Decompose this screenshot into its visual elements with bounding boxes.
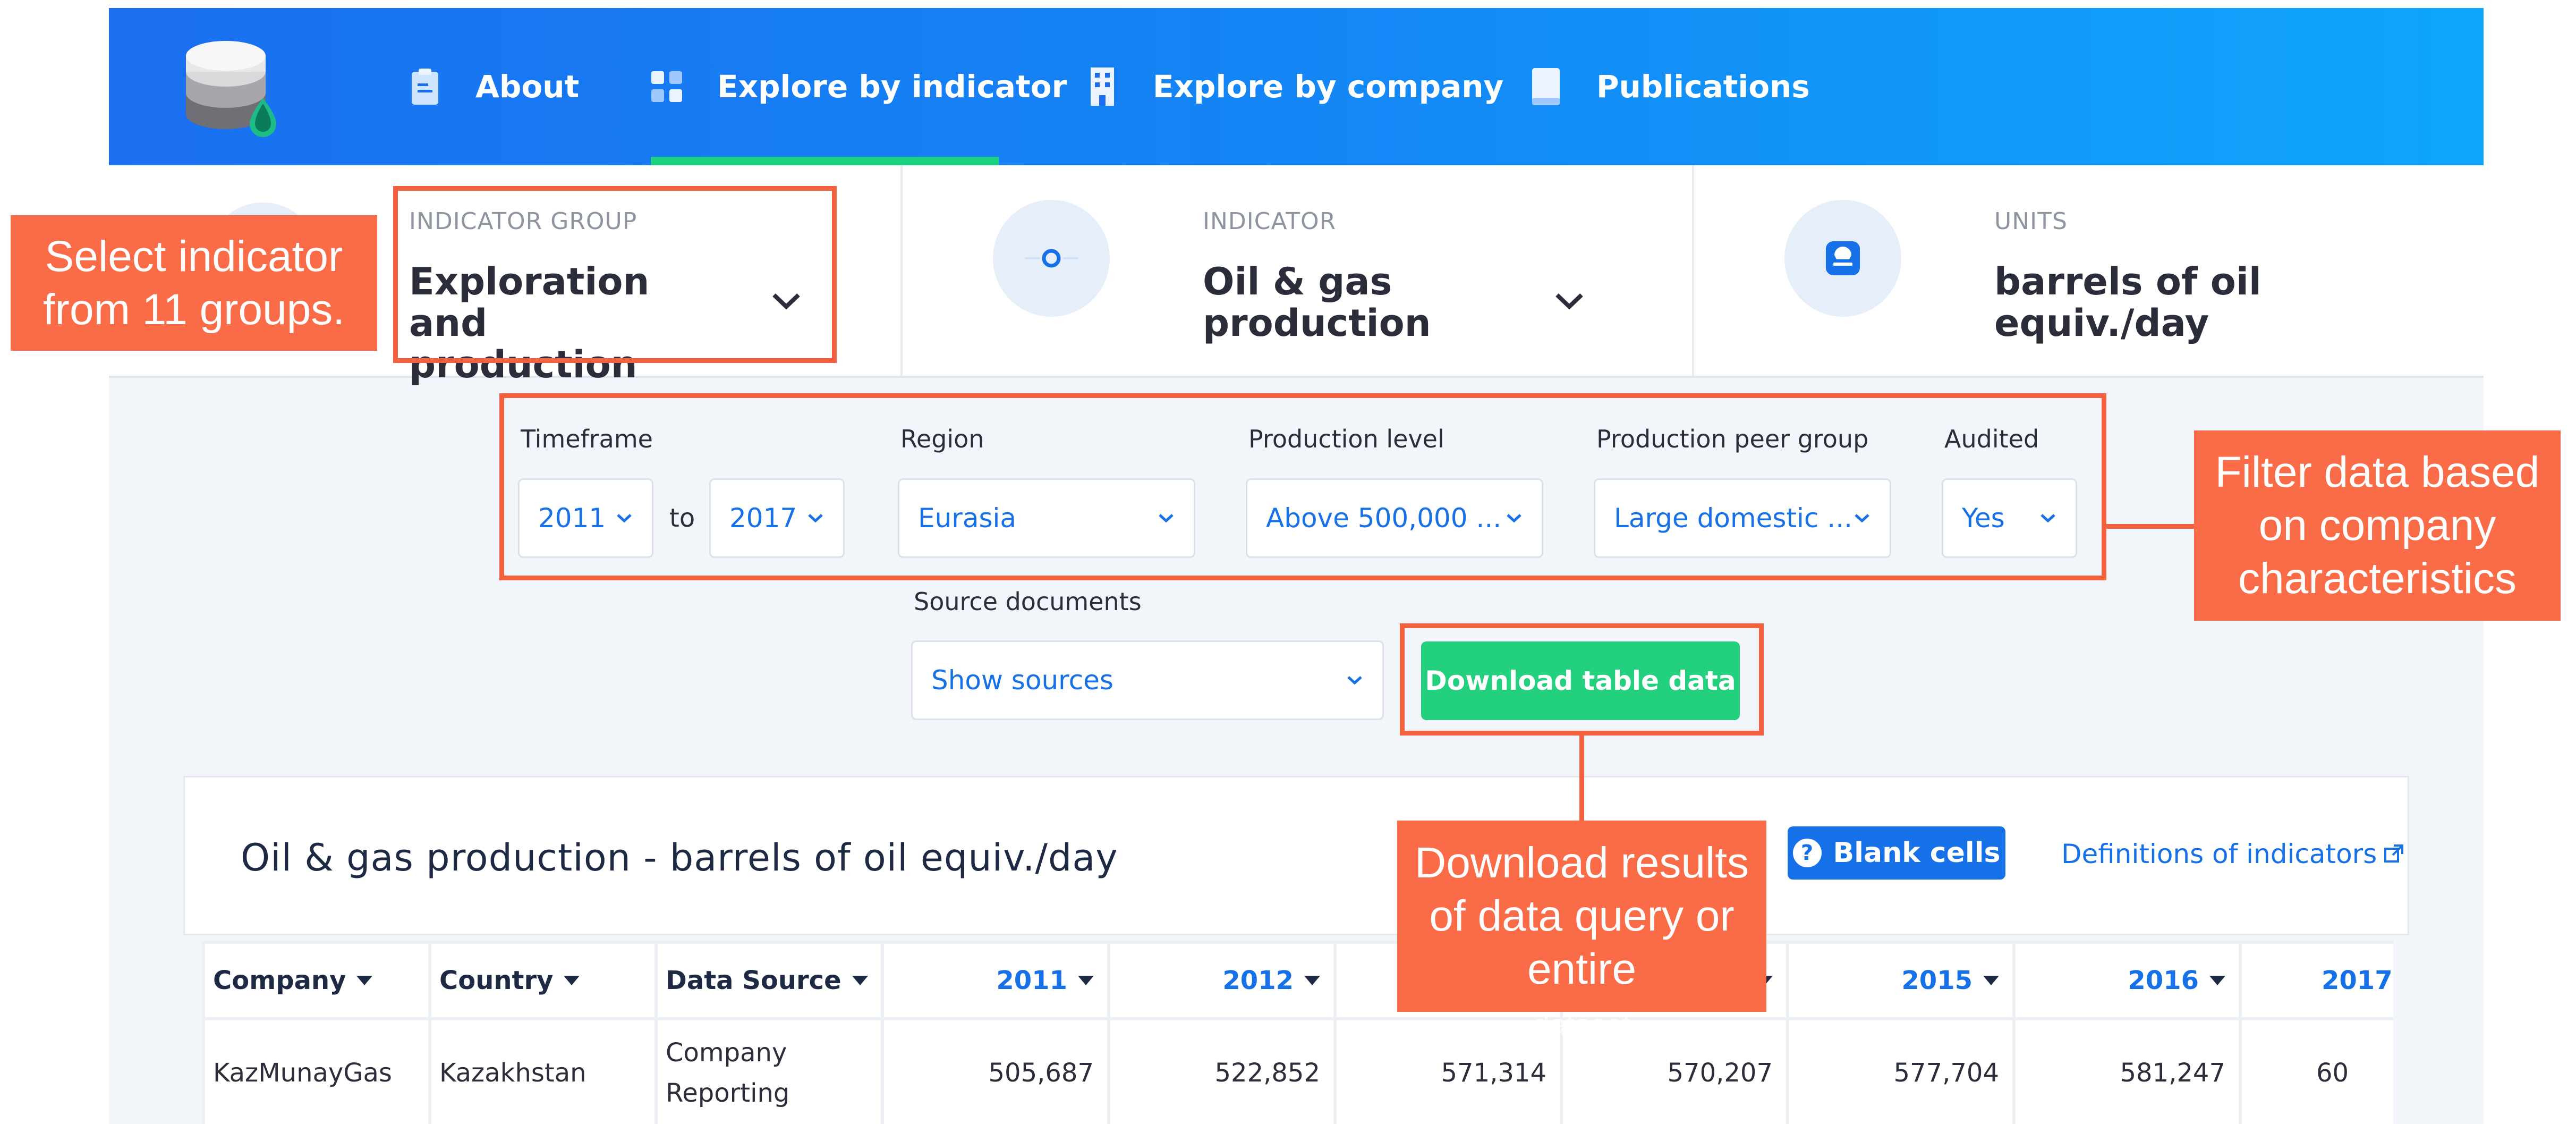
blank-cells-button[interactable]: ? Blank cells — [1788, 826, 2005, 880]
column-header-label: 2017 — [2322, 966, 2393, 995]
column-header-company[interactable]: Company — [202, 941, 431, 1020]
units-value: barrels of oil equiv./day — [1994, 260, 2262, 345]
building-icon — [1081, 65, 1124, 108]
column-header-2015[interactable]: 2015 — [1786, 941, 2016, 1020]
annotation-download-highlight — [1400, 623, 1764, 736]
indicator-circle-icon — [993, 200, 1110, 317]
table-cell-2016: 581,247 — [2012, 1017, 2242, 1124]
units-display: UNITS barrels of oil equiv./day — [1692, 165, 2484, 376]
nav-about-label: About — [475, 69, 580, 105]
nav-explore-indicator[interactable]: Explore by indicator — [645, 8, 1067, 165]
annotation-filters: Filter data based on company characteris… — [2194, 430, 2561, 621]
definitions-link-label: Definitions of indicators — [2061, 839, 2377, 869]
scale-icon — [1784, 200, 1901, 317]
top-nav: About Explore by indicator Explore by co… — [109, 8, 2484, 165]
annotation-filters-connector — [2105, 524, 2195, 529]
source-documents-select[interactable]: Show sources — [911, 640, 1384, 720]
external-link-icon — [2384, 844, 2404, 863]
nav-explore-indicator-label: Explore by indicator — [717, 69, 1067, 105]
column-header-label: 2012 — [1222, 966, 1294, 995]
grid-icon — [645, 65, 688, 108]
column-header-2016[interactable]: 2016 — [2012, 941, 2242, 1020]
table-cell-2012: 522,852 — [1107, 1017, 1337, 1124]
sort-caret-icon — [1078, 976, 1094, 985]
nav-explore-company[interactable]: Explore by company — [1081, 8, 1503, 165]
clipboard-icon — [404, 65, 446, 108]
book-icon — [1525, 65, 1567, 108]
data-table: Company Country Data Source 2011 2012 20… — [202, 941, 2393, 1124]
table-cell-data-source: Company Reporting — [654, 1017, 884, 1124]
column-header-2011[interactable]: 2011 — [881, 941, 1110, 1020]
units-label: UNITS — [1994, 208, 2068, 235]
nav-publications-label: Publications — [1596, 69, 1810, 105]
annotation-indicator-highlight — [393, 186, 837, 363]
table-cell-2011: 505,687 — [881, 1017, 1110, 1124]
indicator-value: Oil & gas production — [1203, 260, 1431, 345]
table-cell-2015: 577,704 — [1786, 1017, 2016, 1124]
sort-caret-icon — [1304, 976, 1320, 985]
table-cell-country: Kazakhstan — [428, 1017, 658, 1124]
sort-caret-icon — [1983, 976, 1999, 985]
annotation-download-overflow: dataset — [1533, 1008, 1631, 1041]
annotation-indicator: Select indicator from 11 groups. — [11, 215, 377, 351]
nav-about[interactable]: About — [404, 8, 579, 165]
database-logo-icon[interactable] — [183, 40, 279, 141]
sort-caret-icon — [564, 976, 580, 985]
chevron-down-icon — [1347, 676, 1362, 685]
table-cell-2017: 60 — [2239, 1017, 2393, 1124]
nav-explore-company-label: Explore by company — [1153, 69, 1504, 105]
column-header-label: Company — [213, 966, 346, 995]
column-header-data-source[interactable]: Data Source — [654, 941, 884, 1020]
column-header-country[interactable]: Country — [428, 941, 658, 1020]
column-header-label: Data Source — [666, 966, 841, 995]
nav-publications[interactable]: Publications — [1525, 8, 1810, 165]
indicator-chevron-down-icon[interactable] — [1551, 288, 1588, 314]
indicator-label: INDICATOR — [1203, 208, 1337, 235]
column-header-label: Country — [439, 966, 554, 995]
column-header-label: 2011 — [996, 966, 1067, 995]
sort-caret-icon — [2209, 976, 2225, 985]
active-tab-underline — [651, 157, 999, 165]
source-documents-label: Source documents — [914, 587, 1142, 616]
annotation-download: Download results of data query or entire — [1397, 821, 1766, 1012]
annotation-filters-highlight — [499, 393, 2106, 580]
question-icon: ? — [1792, 839, 1822, 867]
table-cell-company: KazMunayGas — [202, 1017, 431, 1124]
indicator-selector[interactable]: INDICATOR Oil & gas production — [900, 165, 1692, 376]
definitions-link[interactable]: Definitions of indicators — [2061, 839, 2404, 869]
column-header-label: 2015 — [1901, 966, 1973, 995]
sort-caret-icon — [852, 976, 868, 985]
blank-cells-label: Blank cells — [1833, 837, 2001, 869]
column-header-label: 2016 — [2128, 966, 2199, 995]
annotation-download-connector — [1579, 736, 1584, 821]
source-documents-value: Show sources — [931, 665, 1113, 696]
results-title: Oil & gas production - barrels of oil eq… — [241, 836, 1118, 880]
sort-caret-icon — [356, 976, 373, 985]
column-header-2012[interactable]: 2012 — [1107, 941, 1337, 1020]
column-header-2017[interactable]: 2017 — [2239, 941, 2393, 1020]
